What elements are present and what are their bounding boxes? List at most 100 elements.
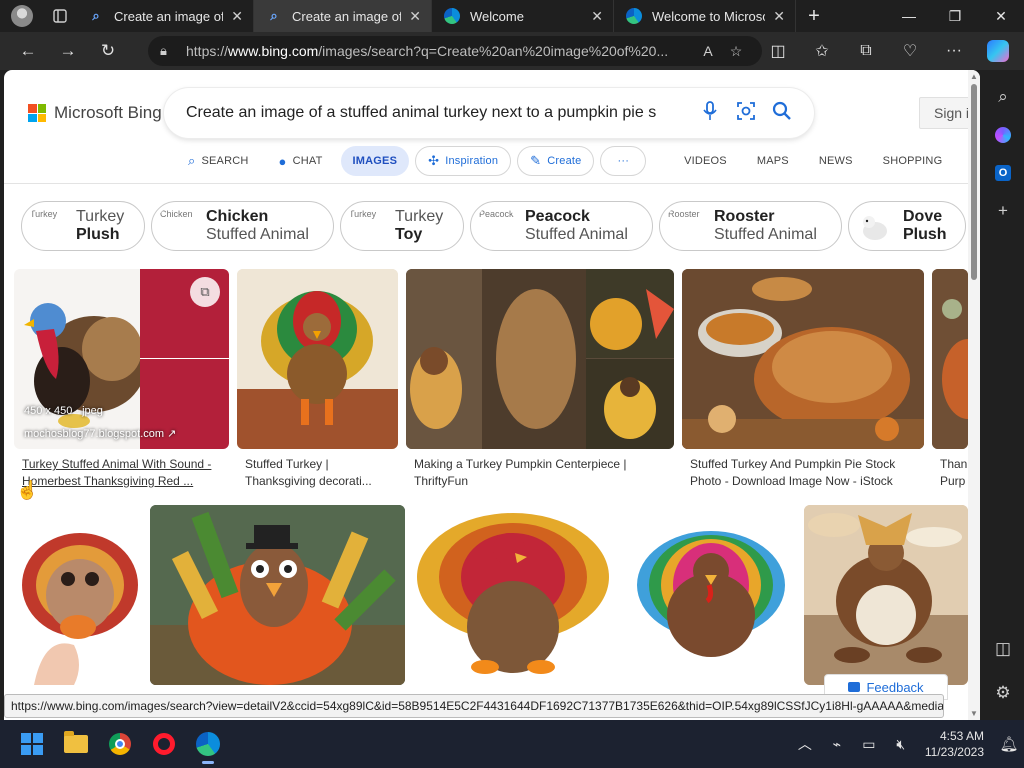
chip-dove-plush[interactable]: Dove Plush — [848, 201, 966, 251]
scroll-thumb[interactable] — [971, 84, 977, 280]
feedback-label: Feedback — [866, 679, 924, 695]
chip-turkey-toy[interactable]: Turkey Turkey Toy — [340, 201, 464, 251]
chip-chicken-stuffed-animal[interactable]: Chicken Chicken Stuffed Animal — [151, 201, 334, 251]
close-window-button[interactable]: ✕ — [978, 0, 1024, 32]
visual-search-icon[interactable] — [728, 101, 764, 126]
tab-welcome-edge[interactable]: Welcome to Microsoft Edge ✕ — [614, 0, 796, 32]
bing-logo[interactable]: Microsoft Bing — [28, 103, 162, 123]
result-image-2[interactable] — [237, 269, 398, 449]
chip-label: Stuffed Animal — [525, 226, 628, 243]
minimize-button[interactable]: — — [886, 0, 932, 32]
scope-images[interactable]: IMAGES — [340, 146, 410, 176]
forward-button[interactable]: → — [48, 32, 88, 70]
close-icon[interactable]: ✕ — [409, 8, 421, 25]
favorite-star-icon[interactable]: ☆ — [722, 43, 750, 60]
volume-muted-icon[interactable]: 🔇︎ — [885, 736, 917, 753]
notification-bell-icon[interactable]: 🔔︎ — [994, 735, 1024, 753]
result-image-1[interactable]: ⧉ 450 x 450 · jpeg mochosblog77.blogspot… — [14, 269, 229, 449]
refresh-button[interactable]: ↻ — [88, 32, 128, 70]
chip-label-bold: Chicken — [206, 208, 269, 225]
result-image-9[interactable] — [627, 505, 796, 685]
settings-gear-icon[interactable]: ⚙ — [987, 674, 1019, 712]
show-hidden-icons-chevron-icon[interactable]: ︿ — [789, 734, 821, 754]
scope-create[interactable]: ✎ Create — [517, 146, 595, 176]
close-icon[interactable]: ✕ — [231, 8, 243, 25]
performance-icon[interactable]: ♡ — [888, 32, 932, 70]
favorites-icon[interactable]: ✩ — [800, 32, 844, 70]
address-bar[interactable]: 🔒︎ https://www.bing.com/images/search?q=… — [148, 36, 762, 66]
result-image-6[interactable] — [14, 505, 142, 685]
close-icon[interactable]: ✕ — [591, 8, 603, 25]
close-icon[interactable]: ✕ — [773, 8, 785, 25]
scroll-up-icon[interactable]: ▲ — [968, 72, 980, 81]
result-caption-3[interactable]: Making a Turkey Pumpkin Centerpiece | Thr… — [414, 456, 674, 490]
collections-icon[interactable]: ⧉ — [844, 32, 888, 70]
scope-videos[interactable]: VIDEOS — [672, 146, 739, 176]
search-input[interactable]: Create an image of a stuffed animal turk… — [186, 104, 692, 122]
tab-title: Welcome to Microsoft Edge — [652, 8, 765, 24]
display-icon[interactable]: ▭ — [853, 736, 885, 753]
network-offline-icon[interactable]: ⌁ — [821, 736, 853, 753]
scope-search[interactable]: ⌕ SEARCH — [176, 146, 261, 176]
chip-peacock-stuffed-animal[interactable]: Peacock Peacock Stuffed Animal — [470, 201, 653, 251]
scope-chat[interactable]: ● CHAT — [267, 146, 335, 176]
result-image-8[interactable] — [413, 505, 619, 685]
taskbar-clock[interactable]: 4:53 AM 11/23/2023 — [925, 728, 984, 760]
read-aloud-icon[interactable]: A — [694, 43, 722, 59]
chip-rooster-stuffed-animal[interactable]: Rooster Rooster Stuffed Animal — [659, 201, 842, 251]
copilot-icon — [987, 40, 1009, 62]
start-button[interactable] — [10, 722, 54, 766]
chrome-icon — [109, 733, 131, 755]
clock-date: 11/23/2023 — [924, 745, 984, 759]
result-caption-5[interactable]: ThankPurp — [940, 456, 970, 490]
lock-icon[interactable]: 🔒︎ — [160, 43, 186, 59]
sidebar-add-icon[interactable]: + — [987, 192, 1019, 230]
profile-button[interactable] — [0, 0, 44, 32]
tab-welcome[interactable]: Welcome ✕ — [432, 0, 614, 32]
chip-thumbnail: Chicken — [156, 205, 198, 247]
scope-more-button[interactable]: ··· — [600, 146, 647, 176]
result-image-4[interactable] — [682, 269, 924, 449]
scope-maps[interactable]: MAPS — [745, 146, 801, 176]
more-menu-icon[interactable]: ··· — [932, 32, 976, 70]
result-caption-4[interactable]: Stuffed Turkey And Pumpkin Pie Stock Phot… — [690, 456, 926, 490]
create-icon: ✎ — [530, 153, 542, 168]
search-submit-icon[interactable] — [764, 101, 800, 126]
result-caption-2[interactable]: Stuffed Turkey | Thanksgiving decorati... — [245, 456, 395, 490]
result-image-3[interactable] — [406, 269, 674, 449]
sidebar-outlook-icon[interactable]: O — [987, 154, 1019, 192]
folder-icon — [64, 731, 88, 753]
taskbar-edge[interactable] — [186, 722, 230, 766]
sidebar-hide-icon[interactable]: ◫ — [987, 630, 1019, 668]
sidebar-copilot-icon[interactable] — [987, 116, 1019, 154]
microphone-icon[interactable] — [692, 100, 728, 126]
taskbar-opera[interactable] — [142, 722, 186, 766]
back-button[interactable]: ← — [8, 32, 48, 70]
image-source-link[interactable]: mochosblog77.blogspot.com ↗ — [24, 427, 176, 440]
taskbar-chrome[interactable] — [98, 722, 142, 766]
result-image-5[interactable] — [932, 269, 968, 449]
windows-logo-icon — [21, 733, 43, 755]
chip-turkey-plush[interactable]: Turkey Turkey Plush — [21, 201, 145, 251]
scope-inspiration[interactable]: ✣ Inspiration — [415, 146, 512, 176]
tab-bing-search-1[interactable]: ⌕ Create an image of a stuffed animal tu… — [76, 0, 254, 32]
result-image-7[interactable] — [150, 505, 405, 685]
scope-shopping[interactable]: SHOPPING — [871, 146, 955, 176]
split-screen-icon[interactable]: ◫ — [756, 32, 800, 70]
restore-button[interactable]: ❐ — [932, 0, 978, 32]
url-text[interactable]: https://www.bing.com/images/search?q=Cre… — [186, 43, 694, 59]
browser-toolbar: ← → ↻ 🔒︎ https://www.bing.com/images/sea… — [0, 32, 1024, 70]
new-tab-button[interactable]: + — [796, 0, 832, 32]
scroll-down-icon[interactable]: ▼ — [968, 709, 980, 718]
result-caption-1[interactable]: Turkey Stuffed Animal With Sound - Homerb… — [22, 456, 230, 490]
copilot-button[interactable] — [976, 32, 1020, 70]
sidebar-search-icon[interactable]: ⌕ — [987, 78, 1019, 116]
tab-bing-search-2[interactable]: ⌕ Create an image of a stuffed animal tu… — [254, 0, 432, 32]
taskbar-file-explorer[interactable] — [54, 722, 98, 766]
save-to-collection-icon[interactable]: ⧉ — [190, 277, 220, 307]
result-image-10[interactable] — [804, 505, 968, 685]
search-box[interactable]: Create an image of a stuffed animal turk… — [164, 88, 814, 138]
page-scrollbar[interactable]: ▲ ▼ — [968, 70, 980, 720]
tab-actions-button[interactable] — [44, 0, 76, 32]
scope-news[interactable]: NEWS — [807, 146, 865, 176]
